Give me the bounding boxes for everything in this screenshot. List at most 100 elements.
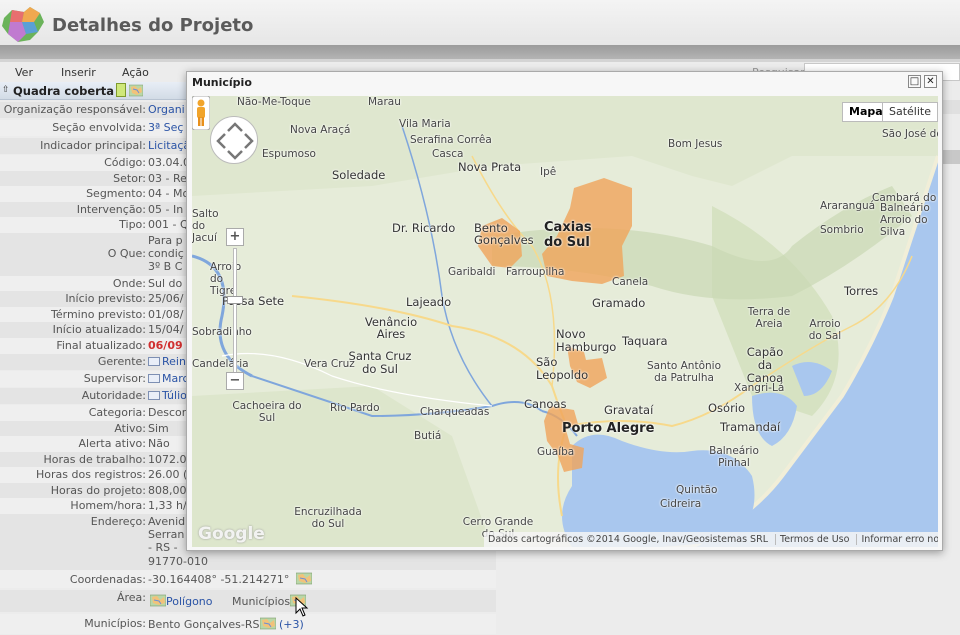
city-label: Osório bbox=[708, 401, 746, 415]
city-label: Butiá bbox=[414, 430, 442, 442]
city-label: Arroio do Sal bbox=[808, 318, 842, 342]
mail-icon bbox=[148, 374, 160, 383]
menu-inserir[interactable]: Inserir bbox=[61, 66, 96, 79]
background-strip bbox=[940, 100, 960, 114]
detail-value: 3º B C bbox=[148, 260, 183, 273]
detail-label: Intervenção: bbox=[76, 203, 146, 216]
mail-icon bbox=[148, 357, 160, 366]
menu-acao[interactable]: Ação bbox=[122, 66, 149, 79]
detail-label: Término previsto: bbox=[51, 308, 146, 321]
map-icon[interactable] bbox=[129, 84, 143, 97]
detail-link[interactable]: Licitaçã bbox=[148, 139, 190, 152]
detail-link[interactable]: Túlio bbox=[162, 389, 187, 402]
zoom-slider-track[interactable] bbox=[233, 248, 237, 378]
detail-label: Autoridade: bbox=[81, 389, 146, 402]
city-label: Venâncio Aires bbox=[364, 315, 418, 341]
map-icon bbox=[150, 594, 166, 607]
city-label: Tramandaí bbox=[720, 420, 781, 434]
map-type-satelite-button[interactable]: Satélite bbox=[882, 102, 938, 122]
city-label: Sobradinho bbox=[192, 326, 252, 338]
detail-value: Bento Gonçalves-RS bbox=[148, 618, 260, 631]
detail-value: Não bbox=[148, 437, 170, 450]
street-view-pegman-icon[interactable] bbox=[192, 96, 210, 130]
terms-link[interactable]: Termos de Uso bbox=[775, 534, 854, 545]
mouse-cursor-icon bbox=[295, 597, 309, 617]
city-label: Farroupilha bbox=[506, 266, 565, 278]
detail-label: O Que: bbox=[107, 247, 146, 260]
close-button[interactable]: ✕ bbox=[924, 75, 937, 88]
header-band bbox=[0, 45, 960, 59]
detail-link[interactable]: Rein bbox=[162, 355, 186, 368]
city-label: Capão da Canoa bbox=[746, 345, 784, 385]
map-icon[interactable] bbox=[259, 617, 276, 630]
pan-control[interactable] bbox=[210, 116, 258, 164]
detail-label: Segmento: bbox=[86, 187, 146, 200]
city-label: Santo Antônio da Patrulha bbox=[646, 360, 721, 384]
mail-icon bbox=[148, 391, 160, 400]
detail-value: 01/08/ bbox=[148, 308, 184, 321]
detail-label: Horas dos registros: bbox=[35, 468, 146, 481]
more-municipios-link[interactable]: (+3) bbox=[279, 618, 304, 631]
detail-row: Área: Polígono Municípios bbox=[0, 590, 496, 612]
municipios-link[interactable]: Municípios bbox=[232, 595, 290, 608]
detail-label: Horas do projeto: bbox=[50, 484, 146, 497]
detail-value: 25/06/ bbox=[148, 292, 184, 305]
maximize-button[interactable]: □ bbox=[908, 75, 921, 88]
municipios-value: Bento Gonçalves-RS (+3) bbox=[148, 617, 304, 631]
city-label: Gramado bbox=[592, 296, 646, 310]
status-indicator bbox=[116, 83, 126, 97]
detail-value: Sim bbox=[148, 422, 169, 435]
detail-label: Final atualizado: bbox=[56, 339, 146, 352]
city-label: Lajeado bbox=[406, 295, 452, 309]
map-view[interactable]: Não-Me-Toque Marau Vila Maria Serafina C… bbox=[192, 96, 938, 547]
city-label: Terra de Areia bbox=[747, 306, 791, 330]
detail-value: -30.164408° -51.214271° bbox=[148, 573, 290, 586]
detail-value: condiç bbox=[148, 247, 184, 260]
menu-ver[interactable]: Ver bbox=[15, 66, 33, 79]
city-label: Nova Prata bbox=[458, 160, 522, 174]
detail-value: 91770-010 bbox=[148, 555, 208, 568]
detail-value: 26.00 ( bbox=[148, 468, 188, 481]
detail-label: Onde: bbox=[112, 277, 146, 290]
detail-label: Início atualizado: bbox=[52, 323, 146, 336]
detail-label: Homem/hora: bbox=[70, 499, 146, 512]
city-label: Casca bbox=[432, 148, 464, 160]
detail-label: Horas de trabalho: bbox=[43, 453, 146, 466]
zoom-slider-handle[interactable] bbox=[227, 296, 243, 304]
zoom-out-button[interactable]: − bbox=[226, 372, 244, 390]
attribution-text: Dados cartográficos ©2014 Google, Inav/G… bbox=[488, 534, 768, 545]
city-label: Bom Jesus bbox=[668, 138, 723, 150]
detail-label: Alerta ativo: bbox=[78, 437, 146, 450]
detail-value: 04 - Mo bbox=[148, 187, 190, 200]
city-label: Porto Alegre bbox=[562, 421, 655, 436]
detail-link[interactable]: Marc bbox=[162, 372, 189, 385]
authority-link[interactable]: Túlio bbox=[148, 389, 187, 402]
detail-row: Municípios: Bento Gonçalves-RS (+3) bbox=[0, 614, 496, 634]
municipio-dialog: Município □ ✕ Não-Me-Toque Marau Vila Ma… bbox=[186, 71, 943, 551]
city-label: Serafina Corrêa bbox=[410, 134, 492, 146]
manager-link[interactable]: Rein bbox=[148, 355, 186, 368]
city-label: Não-Me-Toque bbox=[237, 96, 311, 108]
city-label: Balneário Pinhal bbox=[709, 445, 759, 469]
city-label: Espumoso bbox=[262, 148, 316, 160]
detail-link[interactable]: Organi bbox=[148, 103, 185, 116]
city-label: Nova Araçá bbox=[290, 124, 351, 136]
city-label: Balneário Arroio do Silva bbox=[880, 202, 930, 238]
polygon-link-wrap[interactable]: Polígono bbox=[150, 594, 213, 608]
map-icon[interactable] bbox=[295, 572, 312, 585]
city-label: Caxias do Sul bbox=[544, 220, 592, 250]
section-title: Quadra coberta bbox=[13, 84, 115, 98]
supervisor-link[interactable]: Marc bbox=[148, 372, 189, 385]
collapse-icon[interactable]: ⇧ bbox=[2, 85, 12, 95]
detail-label: Categoria: bbox=[88, 406, 146, 419]
detail-link[interactable]: 3ª Seç bbox=[148, 121, 183, 134]
detail-row: Coordenadas: -30.164408° -51.214271° bbox=[0, 570, 496, 588]
city-label: Soledade bbox=[332, 168, 386, 182]
detail-value: Descor bbox=[148, 406, 187, 419]
detail-label: Código: bbox=[104, 156, 146, 169]
report-error-link[interactable]: Informar erro no mapa bbox=[856, 534, 938, 545]
polygon-link[interactable]: Polígono bbox=[166, 595, 213, 608]
detail-value: Para p bbox=[148, 234, 183, 247]
pan-arrows-icon[interactable] bbox=[211, 117, 259, 165]
zoom-in-button[interactable]: + bbox=[226, 228, 244, 246]
